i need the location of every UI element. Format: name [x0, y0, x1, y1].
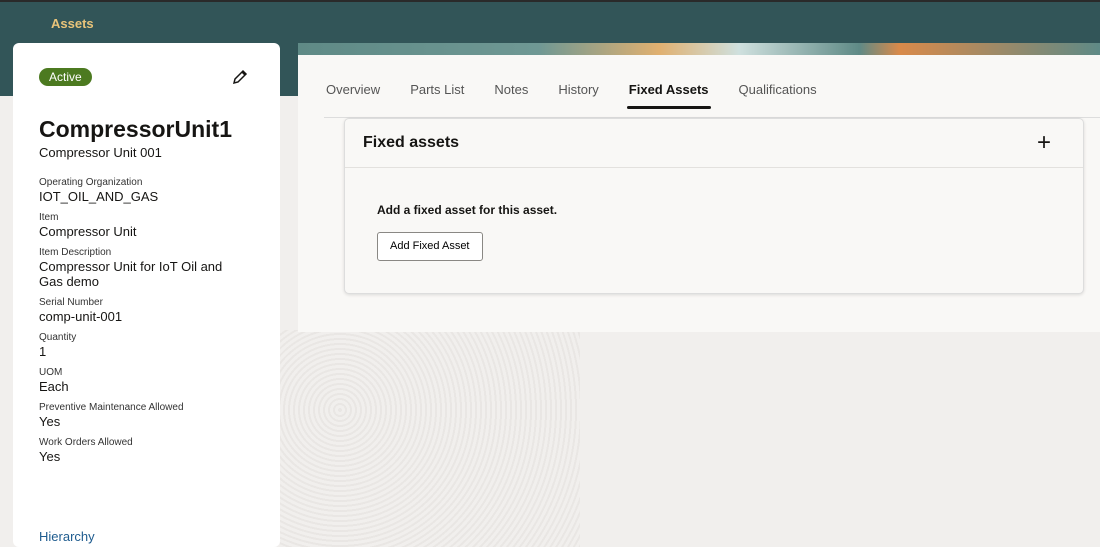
field-value: Yes [39, 449, 61, 464]
field-serial-number: Serial Number comp-unit-001 [39, 297, 239, 324]
panel-divider [345, 167, 1083, 168]
field-value: Compressor Unit for IoT Oil and Gas demo [39, 259, 223, 289]
field-label: Work Orders Allowed [39, 437, 133, 448]
edit-pencil-icon[interactable] [231, 68, 249, 86]
asset-description: Compressor Unit 001 [39, 145, 162, 160]
app-title[interactable]: Assets [51, 16, 94, 31]
asset-fields: Operating Organization IOT_OIL_AND_GAS It… [39, 177, 239, 472]
field-uom: UOM Each [39, 367, 239, 394]
field-label: Item Description [39, 247, 112, 258]
asset-summary-card: Active CompressorUnit1 Compressor Unit 0… [13, 43, 280, 547]
fixed-assets-panel: Fixed assets + Add a fixed asset for thi… [344, 118, 1084, 294]
field-item-description: Item Description Compressor Unit for IoT … [39, 247, 239, 289]
field-quantity: Quantity 1 [39, 332, 239, 359]
tab-qualifications[interactable]: Qualifications [739, 82, 817, 109]
field-label: Quantity [39, 332, 77, 343]
field-pm-allowed: Preventive Maintenance Allowed Yes [39, 402, 239, 429]
asset-name: CompressorUnit1 [39, 116, 232, 142]
field-operating-organization: Operating Organization IOT_OIL_AND_GAS [39, 177, 239, 204]
field-value: Compressor Unit [39, 224, 137, 239]
field-label: Preventive Maintenance Allowed [39, 402, 184, 413]
add-fixed-asset-button[interactable]: Add Fixed Asset [377, 232, 483, 261]
banner-image [298, 43, 1100, 55]
field-value: Yes [39, 414, 61, 429]
field-label: Operating Organization [39, 177, 143, 188]
tab-bar: Overview Parts List Notes History Fixed … [326, 82, 817, 109]
plus-icon[interactable]: + [1037, 131, 1051, 155]
field-item: Item Compressor Unit [39, 212, 239, 239]
field-label: Serial Number [39, 297, 103, 308]
panel-title: Fixed assets [363, 134, 460, 151]
field-label: Item [39, 212, 59, 223]
field-value: 1 [39, 344, 47, 359]
status-badge: Active [39, 68, 92, 86]
hierarchy-link[interactable]: Hierarchy [39, 529, 95, 544]
field-work-orders-allowed: Work Orders Allowed Yes [39, 437, 239, 464]
tab-overview[interactable]: Overview [326, 82, 380, 109]
field-label: UOM [39, 367, 63, 378]
empty-message: Add a fixed asset for this asset. [377, 203, 558, 217]
tab-fixed-assets[interactable]: Fixed Assets [626, 82, 711, 109]
field-value: comp-unit-001 [39, 309, 123, 324]
tab-notes[interactable]: Notes [494, 82, 528, 109]
field-value: IOT_OIL_AND_GAS [39, 189, 159, 204]
main-content: Overview Parts List Notes History Fixed … [298, 55, 1100, 332]
background-pattern [280, 330, 580, 547]
tab-history[interactable]: History [558, 82, 598, 109]
tab-parts-list[interactable]: Parts List [410, 82, 464, 109]
field-value: Each [39, 379, 69, 394]
